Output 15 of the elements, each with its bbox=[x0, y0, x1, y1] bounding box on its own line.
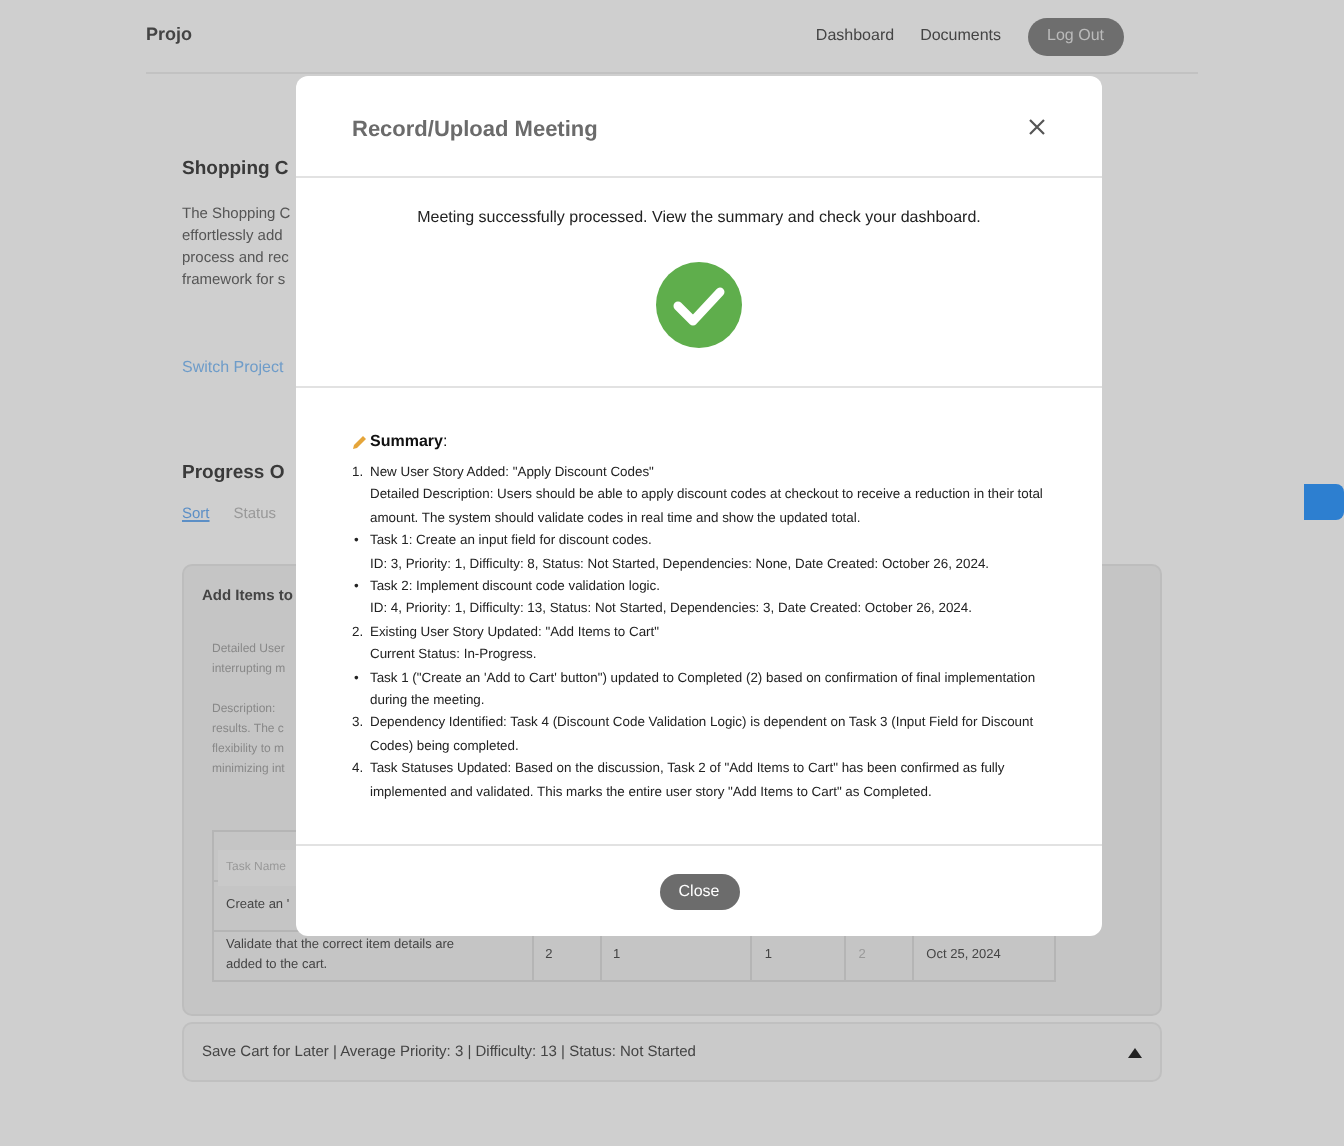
nav-link[interactable]: Documents bbox=[920, 24, 1002, 48]
check-circle-icon bbox=[656, 262, 742, 348]
action-button[interactable] bbox=[1304, 483, 1344, 520]
summary-heading: Summary: bbox=[370, 430, 448, 454]
success-message: Meeting successfully processed. View the summary and check your dashboard. bbox=[417, 206, 981, 230]
brand-logo[interactable]: Projo bbox=[146, 22, 193, 50]
pencil-icon bbox=[352, 434, 368, 450]
logout-button[interactable]: Log Out bbox=[1027, 17, 1124, 55]
close-icon[interactable] bbox=[1028, 117, 1046, 135]
caret-icon[interactable] bbox=[1128, 1047, 1142, 1057]
modal-title: Record/Upload Meeting bbox=[352, 115, 598, 146]
close-button[interactable]: Close bbox=[659, 873, 739, 909]
progress-title: Progress O bbox=[182, 460, 285, 489]
nav-link[interactable]: Dashboard bbox=[815, 24, 895, 48]
project-title: Shopping C bbox=[182, 156, 289, 184]
